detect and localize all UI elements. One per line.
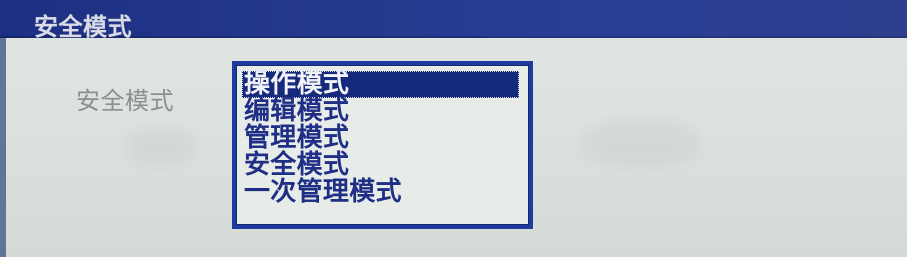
safe-mode-label: 安全模式 <box>76 87 174 115</box>
safe-mode-window: 安全模式 安全模式 操作模式 编辑模式 管理模式 安全模式 一次管理模式 <box>0 0 907 257</box>
screen-smudge <box>126 126 196 166</box>
window-title: 安全模式 <box>34 13 132 41</box>
screen-smudge <box>581 118 701 168</box>
mode-list: 操作模式 编辑模式 管理模式 安全模式 一次管理模式 <box>242 71 523 219</box>
list-item-edit-mode[interactable]: 编辑模式 <box>242 98 523 125</box>
mode-listbox[interactable]: 操作模式 编辑模式 管理模式 安全模式 一次管理模式 <box>232 61 533 229</box>
window-titlebar: 安全模式 <box>0 0 907 41</box>
dialog-content: 安全模式 操作模式 编辑模式 管理模式 安全模式 一次管理模式 <box>6 38 907 257</box>
list-item-safe-mode[interactable]: 安全模式 <box>242 152 523 179</box>
list-item-one-time-management-mode[interactable]: 一次管理模式 <box>242 179 523 206</box>
list-item-operation-mode[interactable]: 操作模式 <box>242 71 519 98</box>
list-item-management-mode[interactable]: 管理模式 <box>242 125 523 152</box>
